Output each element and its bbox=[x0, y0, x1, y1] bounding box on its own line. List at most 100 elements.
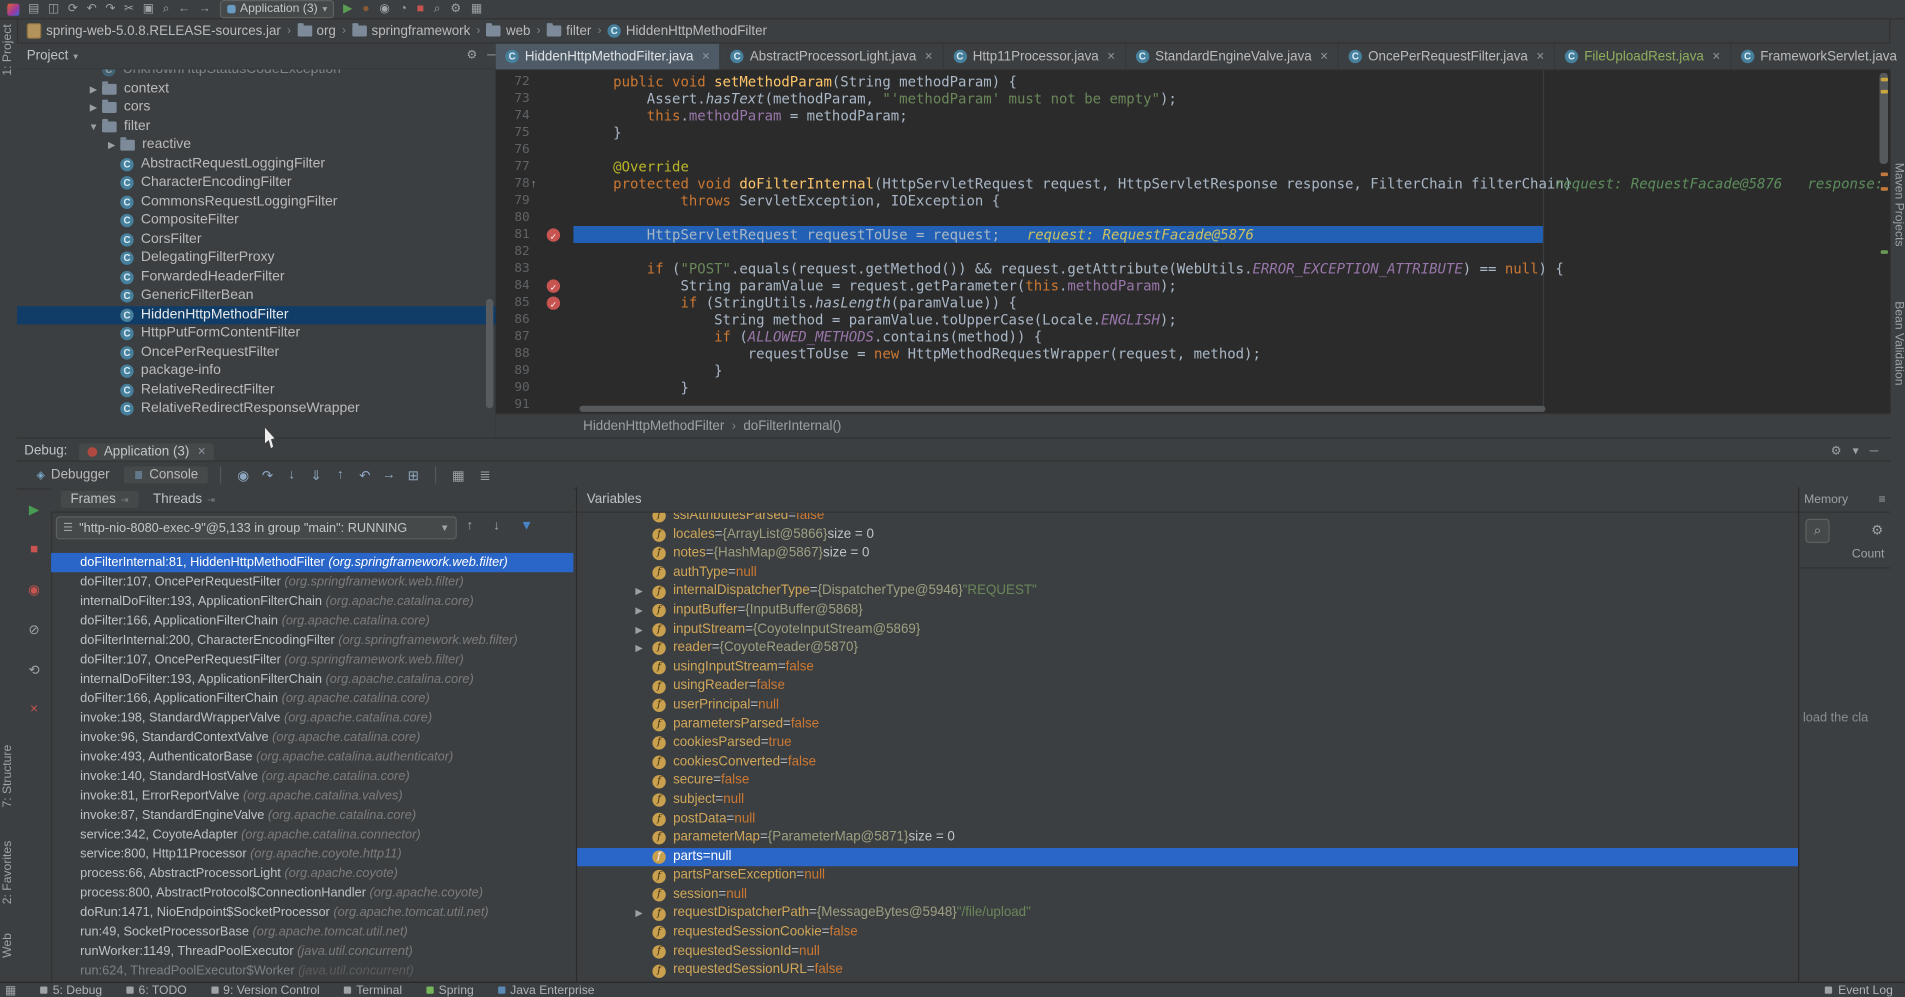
code-line[interactable]: 80 bbox=[496, 209, 1891, 226]
stripe-mark[interactable] bbox=[1881, 173, 1888, 177]
tree-item[interactable]: COncePerRequestFilter bbox=[17, 343, 496, 362]
tree-item[interactable]: CCommonsRequestLoggingFilter bbox=[17, 193, 496, 212]
stack-frame[interactable]: invoke:493, AuthenticatorBase (org.apach… bbox=[51, 747, 573, 766]
breadcrumb-item[interactable]: CHiddenHttpMethodFilter bbox=[608, 24, 767, 39]
variable-row[interactable]: ▶finternalDispatcherType = {DispatcherTy… bbox=[577, 582, 1798, 601]
stripe-mark[interactable] bbox=[1881, 250, 1888, 254]
variable-row[interactable]: frequestedSessionId = null bbox=[577, 942, 1798, 961]
code-line[interactable]: 90 } bbox=[496, 379, 1891, 396]
stop-icon[interactable]: ■ bbox=[417, 1, 424, 18]
code-area[interactable]: 72 public void setMethodParam(String met… bbox=[496, 70, 1891, 413]
tree-item[interactable]: CDelegatingFilterProxy bbox=[17, 249, 496, 268]
tab-frames[interactable]: Frames ⇥ bbox=[61, 491, 139, 508]
variable-row[interactable]: fuserPrincipal = null bbox=[577, 696, 1798, 715]
expand-icon[interactable]: ▶ bbox=[635, 904, 652, 923]
stack-frame[interactable]: runWorker:1149, ThreadPoolExecutor (java… bbox=[51, 942, 573, 961]
stack-frame[interactable]: internalDoFilter:193, ApplicationFilterC… bbox=[51, 669, 573, 688]
forward-icon[interactable]: → bbox=[199, 1, 211, 18]
resume-icon[interactable]: ▶ bbox=[17, 502, 51, 518]
code-line[interactable]: 84✓ String paramValue = request.getParam… bbox=[496, 277, 1891, 294]
stack-frame[interactable]: run:49, SocketProcessorBase (org.apache.… bbox=[51, 922, 573, 941]
close-icon[interactable]: × bbox=[17, 702, 51, 717]
memory-search-button[interactable]: ⌕ bbox=[1805, 519, 1829, 543]
next-frame-icon[interactable]: ↓ bbox=[493, 519, 500, 534]
variable-row[interactable]: ▶frequestDispatcherPath = {MessageBytes@… bbox=[577, 904, 1798, 923]
stack-frame[interactable]: run:624, ThreadPoolExecutor$Worker (java… bbox=[51, 961, 573, 980]
show-execution-point-icon[interactable]: ◉ bbox=[233, 467, 252, 483]
code-line[interactable]: 82 bbox=[496, 243, 1891, 260]
expand-icon[interactable]: ▶ bbox=[635, 582, 652, 601]
drop-frame-icon[interactable]: ↶ bbox=[355, 467, 374, 483]
stack-frame[interactable]: service:342, CoyoteAdapter (org.apache.c… bbox=[51, 825, 573, 844]
hide-icon[interactable]: ─ bbox=[487, 47, 496, 64]
statusbar-item-java-enterprise[interactable]: Java Enterprise bbox=[498, 983, 595, 996]
mute-breakpoints-icon[interactable]: ⊘ bbox=[17, 622, 51, 638]
horizontal-scrollbar[interactable] bbox=[580, 406, 1546, 412]
statusbar-item--version-control[interactable]: 9: Version Control bbox=[211, 983, 320, 996]
variable-row[interactable]: fparameterMap = {ParameterMap@5871} size… bbox=[577, 829, 1798, 848]
statusbar-item--debug[interactable]: 5: Debug bbox=[41, 983, 102, 996]
stack-frame[interactable]: service:800, Http11Processor (org.apache… bbox=[51, 844, 573, 863]
profiler-icon[interactable]: ◔ bbox=[400, 1, 407, 18]
filter-frames-icon[interactable]: ▼ bbox=[520, 519, 533, 534]
open-project-icon[interactable]: ▤ bbox=[28, 1, 39, 18]
tree-item[interactable]: CHttpPutFormContentFilter bbox=[17, 324, 496, 343]
tree-item[interactable]: CHiddenHttpMethodFilter bbox=[17, 306, 496, 325]
statusbar-item--todo[interactable]: 6: TODO bbox=[126, 983, 186, 996]
run-icon[interactable]: ▶ bbox=[343, 1, 352, 18]
variable-row[interactable]: fnotes = {HashMap@5867} size = 0 bbox=[577, 545, 1798, 564]
gear-icon[interactable]: ⚙ bbox=[1871, 522, 1883, 538]
settings-icon[interactable]: ⚙ bbox=[466, 47, 477, 64]
override-marker-icon[interactable]: ↑ bbox=[531, 175, 536, 192]
event-log-label[interactable]: Event Log bbox=[1838, 983, 1893, 996]
statusbar-item-terminal[interactable]: Terminal bbox=[344, 983, 402, 996]
code-line[interactable]: 75 } bbox=[496, 124, 1891, 141]
tree-item[interactable]: CCorsFilter bbox=[17, 230, 496, 249]
stack-frame[interactable]: doFilter:166, ApplicationFilterChain (or… bbox=[51, 611, 573, 630]
breadcrumb-item[interactable]: spring-web-5.0.8.RELEASE-sources.jar bbox=[27, 23, 281, 39]
breadcrumb-item[interactable]: web bbox=[487, 24, 531, 39]
dock-button-web[interactable]: Web bbox=[1, 933, 14, 958]
breadcrumb-class[interactable]: HiddenHttpMethodFilter bbox=[583, 419, 724, 434]
run-coverage-icon[interactable]: ◉ bbox=[379, 1, 390, 18]
tree-item[interactable]: CCompositeFilter bbox=[17, 211, 496, 230]
code-line[interactable]: 86 String method = paramValue.toUpperCas… bbox=[496, 311, 1891, 328]
tree-item[interactable]: ▶reactive bbox=[17, 136, 496, 155]
breadcrumb-item[interactable]: org bbox=[297, 24, 336, 39]
redo-icon[interactable]: ↷ bbox=[105, 1, 115, 18]
tree-item[interactable]: CGenericFilterBean bbox=[17, 287, 496, 306]
variable-row[interactable]: frequestedSessionCookie = false bbox=[577, 923, 1798, 942]
tree-toggle-icon[interactable]: ▶ bbox=[103, 136, 120, 155]
back-icon[interactable]: ← bbox=[178, 1, 190, 18]
debug-session-tab[interactable]: Application (3) × bbox=[80, 443, 215, 460]
more-icon[interactable]: ≣ bbox=[475, 467, 494, 483]
more-icon[interactable]: ≡ bbox=[1878, 493, 1885, 506]
run-to-cursor-icon[interactable]: → bbox=[379, 467, 398, 483]
code-line[interactable]: 77 @Override bbox=[496, 158, 1891, 175]
debug-icon[interactable]: ● bbox=[362, 1, 369, 18]
save-all-icon[interactable]: ◫ bbox=[48, 1, 59, 18]
dock-button--structure[interactable]: 7: Structure bbox=[1, 745, 14, 808]
variable-row[interactable]: fsubject = null bbox=[577, 791, 1798, 810]
project-panel-title[interactable]: Project bbox=[27, 49, 69, 64]
breakpoint-icon[interactable]: ✓ bbox=[547, 279, 560, 292]
tree-item[interactable]: Cpackage-info bbox=[17, 362, 496, 381]
stack-frame[interactable]: doFilter:107, OncePerRequestFilter (org.… bbox=[51, 572, 573, 591]
variable-row[interactable]: ▶finputBuffer = {InputBuffer@5868} bbox=[577, 601, 1798, 620]
code-line[interactable]: 73 Assert.hasText(methodParam, "'methodP… bbox=[496, 90, 1891, 107]
variable-row[interactable]: fauthType = null bbox=[577, 563, 1798, 582]
close-tab-icon[interactable]: × bbox=[1712, 49, 1720, 64]
expand-icon[interactable]: ▶ bbox=[635, 639, 652, 658]
thread-selector[interactable]: ☰ "http-nio-8080-exec-9"@5,133 in group … bbox=[56, 516, 457, 539]
breadcrumb-item[interactable]: filter bbox=[547, 24, 592, 39]
tool-window-switcher-icon[interactable]: ▦ bbox=[5, 983, 16, 996]
dock-button-maven-projects[interactable]: Maven Projects bbox=[1892, 163, 1905, 247]
close-icon[interactable]: × bbox=[198, 445, 206, 460]
variable-row[interactable]: fparts = null bbox=[577, 848, 1798, 867]
stack-frame[interactable]: invoke:140, StandardHostValve (org.apach… bbox=[51, 767, 573, 786]
tree-item[interactable]: ▶context bbox=[17, 80, 496, 99]
variable-row[interactable]: flocales = {ArrayList@5866} size = 0 bbox=[577, 526, 1798, 545]
close-tab-icon[interactable]: × bbox=[702, 49, 710, 64]
restore-layout-icon[interactable]: ⟲ bbox=[17, 662, 51, 678]
find-icon[interactable]: ⌕ bbox=[163, 1, 170, 18]
